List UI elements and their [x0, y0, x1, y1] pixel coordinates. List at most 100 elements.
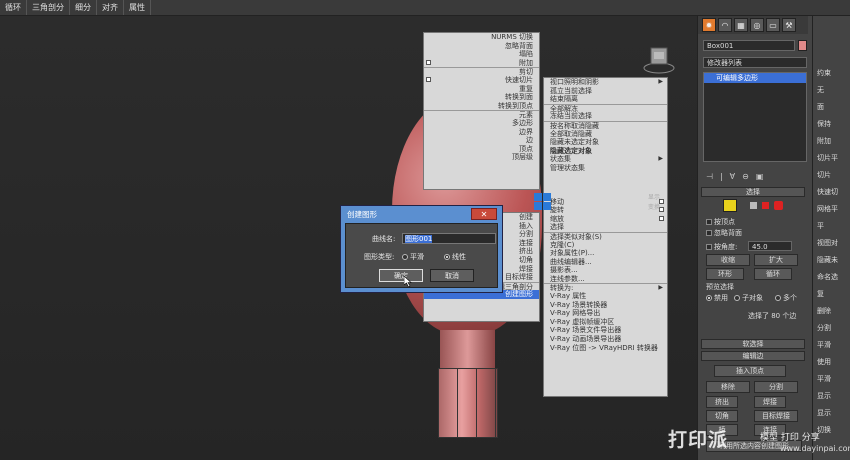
display-tab-icon[interactable]: ▭: [766, 18, 780, 32]
menu-item[interactable]: 元素: [424, 110, 539, 119]
menu-item[interactable]: NURMS 切换: [424, 33, 539, 42]
extrude-button[interactable]: 挤出: [706, 396, 738, 408]
chamfer-button[interactable]: 切角: [706, 410, 738, 422]
split-button[interactable]: 分割: [754, 381, 798, 393]
menu-item[interactable]: 摄影表...: [544, 266, 667, 275]
smooth-radio[interactable]: 平滑: [402, 252, 424, 262]
menu-item[interactable]: 塌陷: [424, 50, 539, 59]
secondary-panel-item[interactable]: 显示: [817, 408, 831, 418]
menu-item[interactable]: 转换到顶点: [424, 102, 539, 111]
object-color-swatch[interactable]: [798, 40, 807, 51]
secondary-panel-item[interactable]: 分割: [817, 323, 831, 333]
tool-loop[interactable]: 循环: [0, 0, 27, 15]
ring-button[interactable]: 环形: [706, 268, 744, 280]
secondary-panel-item[interactable]: 视图对: [817, 238, 838, 248]
menu-item[interactable]: 转换为: ▶: [544, 283, 667, 292]
secondary-panel-item[interactable]: 使用: [817, 357, 831, 367]
tool-align[interactable]: 对齐: [97, 0, 124, 15]
menu-item[interactable]: 重复: [424, 85, 539, 94]
utilities-tab-icon[interactable]: ⚒: [782, 18, 796, 32]
preview-multiple-radio[interactable]: 多个: [775, 293, 797, 303]
secondary-panel-item[interactable]: 保持: [817, 119, 831, 129]
secondary-panel-item[interactable]: 面: [817, 102, 824, 112]
by-vertex-checkbox[interactable]: 按顶点: [706, 217, 735, 227]
secondary-panel-item[interactable]: 网格平: [817, 204, 838, 214]
menu-item[interactable]: 附加: [424, 59, 539, 68]
menu-item[interactable]: 冻结当前选择: [544, 112, 667, 121]
preview-subobject-radio[interactable]: 子对象: [734, 293, 763, 303]
menu-item[interactable]: 孤立当前选择: [544, 87, 667, 96]
grow-button[interactable]: 扩大: [754, 254, 798, 266]
secondary-panel-item[interactable]: 隐藏未: [817, 255, 838, 265]
settings-box-icon[interactable]: [659, 215, 664, 221]
tool-properties[interactable]: 属性: [124, 0, 151, 15]
menu-item[interactable]: 克隆(C): [544, 241, 667, 250]
menu-item[interactable]: 视口照明和阴影 ▶: [544, 78, 667, 87]
secondary-panel-item[interactable]: 快速切: [817, 187, 838, 197]
ok-button[interactable]: 确定: [379, 269, 423, 282]
menu-item[interactable]: 对象属性(P)...: [544, 249, 667, 258]
element-select-icon[interactable]: [774, 201, 783, 210]
soft-selection-rollout[interactable]: 软选择: [701, 339, 805, 349]
menu-item[interactable]: V-Ray 场景文件导出器: [544, 326, 667, 335]
menu-item[interactable]: V-Ray 属性: [544, 292, 667, 301]
vertex-select-icon[interactable]: [750, 202, 757, 209]
insert-vertex-button[interactable]: 插入顶点: [714, 365, 786, 377]
edit-edges-rollout[interactable]: 编辑边: [701, 351, 805, 361]
polygon-select-icon[interactable]: [762, 202, 769, 209]
menu-item[interactable]: 边界: [424, 128, 539, 137]
shrink-button[interactable]: 收缩: [706, 254, 750, 266]
stack-tools-icon[interactable]: ⊣|∀⊖▣: [706, 172, 806, 184]
modify-tab-icon[interactable]: ◠: [718, 18, 732, 32]
secondary-panel-item[interactable]: 删除: [817, 306, 831, 316]
secondary-panel-item[interactable]: 无: [817, 85, 824, 95]
selection-rollout[interactable]: 选择: [701, 187, 805, 197]
menu-item[interactable]: [424, 171, 539, 180]
secondary-panel-item[interactable]: 复: [817, 289, 824, 299]
secondary-panel-item[interactable]: 平滑: [817, 340, 831, 350]
secondary-panel-item[interactable]: 平: [817, 221, 824, 231]
menu-item[interactable]: 曲线编辑器...: [544, 258, 667, 267]
modifier-list-dropdown[interactable]: 修改器列表: [703, 57, 807, 68]
hierarchy-tab-icon[interactable]: ▦: [734, 18, 748, 32]
tool-subdivide[interactable]: 细分: [70, 0, 97, 15]
remove-button[interactable]: 移除: [706, 381, 750, 393]
menu-item[interactable]: 快速切片: [424, 76, 539, 85]
stack-item-editable-poly[interactable]: 可编辑多边形: [704, 73, 806, 83]
cancel-button[interactable]: 取消: [430, 269, 474, 282]
secondary-panel-item[interactable]: 命名选: [817, 272, 838, 282]
angle-spinner[interactable]: 45.0: [748, 241, 792, 251]
secondary-panel-item[interactable]: 切片平: [817, 153, 838, 163]
tool-triangulate[interactable]: 三角剖分: [27, 0, 70, 15]
menu-item[interactable]: V-Ray 场景转换器: [544, 301, 667, 310]
curve-name-input[interactable]: 图形001: [402, 233, 496, 244]
ignore-backface-checkbox[interactable]: 忽略背面: [706, 228, 742, 238]
settings-box-icon[interactable]: [426, 76, 431, 82]
menu-item[interactable]: V-Ray 位图 -> VRayHDRI 转换器: [544, 344, 667, 353]
menu-item[interactable]: 管理状态集: [544, 164, 667, 173]
menu-item[interactable]: V-Ray 动画场景导出器: [544, 335, 667, 344]
menu-item[interactable]: 结束隔离: [544, 95, 667, 104]
secondary-panel-item[interactable]: 切片: [817, 170, 831, 180]
menu-item[interactable]: 转换到面: [424, 93, 539, 102]
secondary-panel-item[interactable]: 附加: [817, 136, 831, 146]
menu-item[interactable]: 状态集 ▶: [544, 155, 667, 164]
create-tab-icon[interactable]: ✹: [702, 18, 716, 32]
menu-item[interactable]: 边: [424, 136, 539, 145]
secondary-panel-item[interactable]: 平滑: [817, 374, 831, 384]
menu-item[interactable]: 按名称取消隐藏: [544, 120, 667, 130]
weld-button[interactable]: 焊接: [754, 396, 786, 408]
preview-disabled-radio[interactable]: 禁用: [706, 293, 728, 303]
secondary-panel-item[interactable]: 约束: [817, 68, 831, 78]
loop-button[interactable]: 循环: [754, 268, 792, 280]
menu-item[interactable]: 多边形: [424, 119, 539, 128]
menu-item[interactable]: [424, 162, 539, 171]
motion-tab-icon[interactable]: ◎: [750, 18, 764, 32]
menu-item[interactable]: 选择: [544, 223, 667, 232]
menu-item[interactable]: 剪切: [424, 67, 539, 76]
menu-item[interactable]: V-Ray 网格导出: [544, 309, 667, 318]
linear-radio[interactable]: 线性: [444, 252, 466, 262]
menu-item[interactable]: 隐藏未选定对象: [544, 138, 667, 147]
object-name-input[interactable]: Box001: [703, 40, 795, 51]
dialog-close-button[interactable]: ✕: [471, 208, 497, 220]
